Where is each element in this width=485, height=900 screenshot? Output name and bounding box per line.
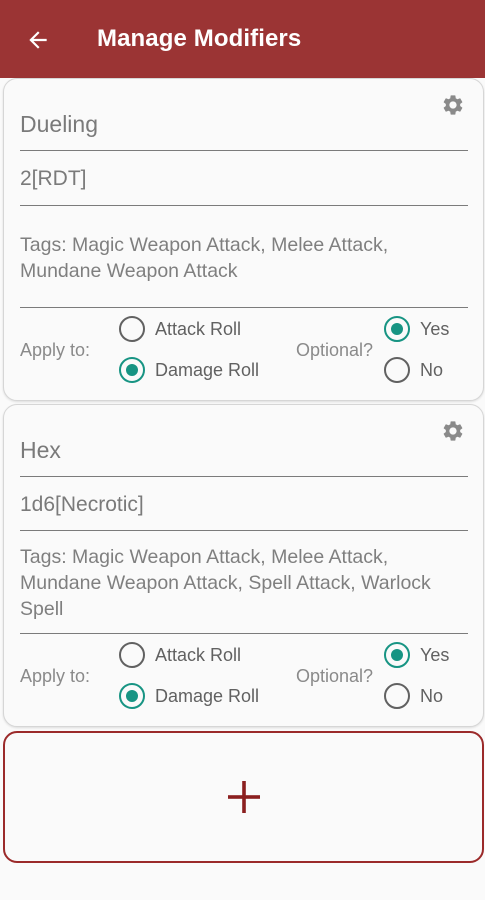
modifier-dice-field[interactable]: 2[RDT]: [20, 167, 468, 206]
modifier-dice: 2[RDT]: [20, 167, 87, 190]
radio-unchecked: [384, 357, 410, 383]
radio-checked: [384, 316, 410, 342]
modifier-dice: 1d6[Necrotic]: [20, 493, 144, 516]
modifier-tags-field[interactable]: Tags: Magic Weapon Attack, Melee Attack,…: [20, 232, 468, 308]
radio-checked: [119, 357, 145, 383]
add-modifier-button[interactable]: [3, 731, 484, 863]
optional-label: Optional?: [296, 340, 374, 360]
modifier-tags: Tags: Magic Weapon Attack, Melee Attack,…: [20, 546, 431, 620]
optional-no-radio[interactable]: No: [384, 683, 443, 709]
optional-yes-radio[interactable]: Yes: [384, 316, 449, 342]
optional-yes-radio[interactable]: Yes: [384, 642, 449, 668]
modifier-tags-field[interactable]: Tags: Magic Weapon Attack, Melee Attack,…: [20, 544, 468, 634]
radio-unchecked: [119, 642, 145, 668]
modifier-name: Hex: [20, 437, 61, 463]
modifier-name-field[interactable]: Dueling: [20, 111, 468, 151]
modifier-dice-field[interactable]: 1d6[Necrotic]: [20, 493, 468, 531]
no-label: No: [420, 685, 444, 706]
back-button[interactable]: [22, 24, 54, 56]
arrow-back-icon: [29, 31, 47, 49]
damage-roll-radio[interactable]: Damage Roll: [119, 357, 259, 383]
radio-checked: [384, 642, 410, 668]
apply-to-label: Apply to:: [20, 666, 91, 686]
yes-label: Yes: [420, 644, 450, 665]
plus-icon: [227, 781, 260, 813]
modifier-tags: Tags: Magic Weapon Attack, Melee Attack,…: [20, 234, 389, 282]
radio-unchecked: [384, 683, 410, 709]
yes-label: Yes: [420, 318, 450, 339]
modifier-card: Dueling 2[RDT] Tags: Magic Weapon Attack…: [3, 78, 484, 401]
modifier-name-field[interactable]: Hex: [20, 437, 468, 477]
modifier-name: Dueling: [20, 111, 98, 137]
radio-checked: [119, 683, 145, 709]
damage-roll-label: Damage Roll: [155, 685, 260, 706]
no-label: No: [420, 359, 444, 380]
attack-roll-label: Attack Roll: [155, 644, 242, 665]
modifier-card: Hex 1d6[Necrotic] Tags: Magic Weapon Att…: [3, 404, 484, 727]
attack-roll-radio[interactable]: Attack Roll: [119, 642, 241, 668]
optional-label: Optional?: [296, 666, 374, 686]
attack-roll-label: Attack Roll: [155, 318, 242, 339]
app-bar: Manage Modifiers: [0, 0, 485, 78]
optional-no-radio[interactable]: No: [384, 357, 443, 383]
radio-unchecked: [119, 316, 145, 342]
apply-to-label: Apply to:: [20, 340, 91, 360]
attack-roll-radio[interactable]: Attack Roll: [119, 316, 241, 342]
page-title: Manage Modifiers: [97, 25, 302, 52]
damage-roll-label: Damage Roll: [155, 359, 260, 380]
damage-roll-radio[interactable]: Damage Roll: [119, 683, 259, 709]
